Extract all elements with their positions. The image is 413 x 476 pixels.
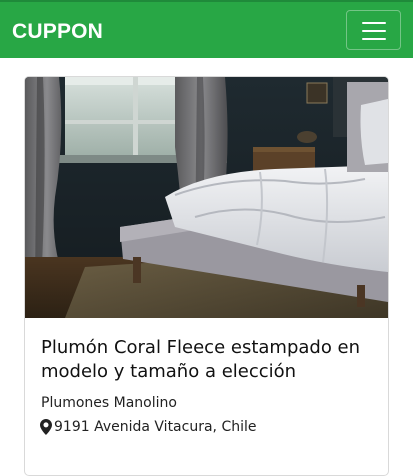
bed-photo[interactable] — [25, 77, 388, 318]
deal-location: 9191 Avenida Vitacura, Chile — [40, 418, 257, 436]
map-marker-icon — [40, 419, 52, 435]
location-text: 9191 Avenida Vitacura, Chile — [54, 419, 257, 435]
brand-logo[interactable]: CUPPON — [12, 20, 103, 44]
menu-toggle-button[interactable] — [346, 10, 401, 50]
deal-title[interactable]: Plumón Coral Fleece estampado en modelo … — [41, 336, 376, 384]
hamburger-menu-icon-bar — [362, 38, 386, 40]
hamburger-menu-icon — [362, 22, 386, 24]
deal-card[interactable]: Plumón Coral Fleece estampado en modelo … — [24, 76, 389, 476]
navbar: CUPPON — [0, 0, 413, 58]
hamburger-menu-icon-bar — [362, 30, 386, 32]
seller-name: Plumones Manolino — [41, 395, 177, 411]
